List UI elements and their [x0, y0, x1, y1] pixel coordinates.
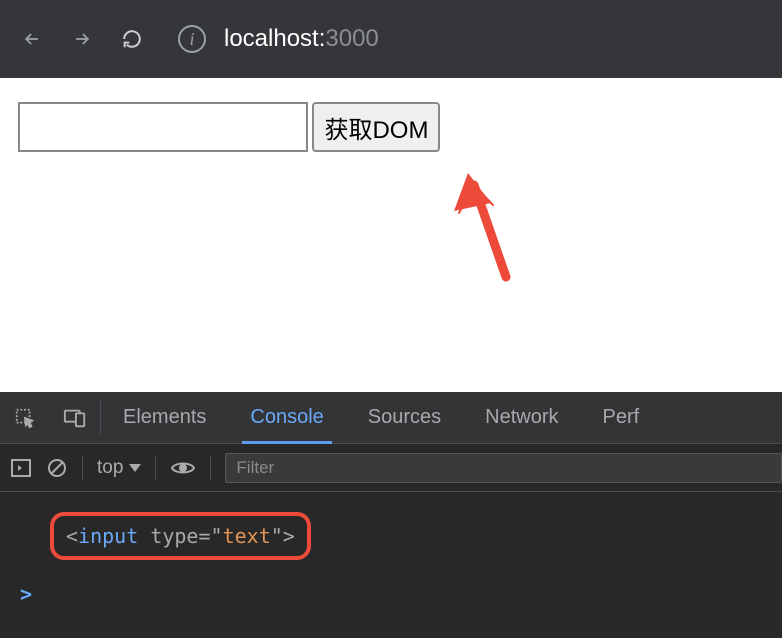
console-body: <input type="text"> >: [0, 492, 782, 626]
devtools-panel: Elements Console Sources Network Perf to…: [0, 392, 782, 638]
tab-elements[interactable]: Elements: [101, 392, 228, 443]
toggle-device-button[interactable]: [50, 392, 100, 443]
token: [138, 524, 150, 548]
arrow-left-icon: [22, 29, 42, 49]
url-port: 3000: [325, 25, 378, 52]
console-toolbar: top: [0, 444, 782, 492]
token: =: [198, 524, 210, 548]
nav-forward-button[interactable]: [68, 25, 96, 53]
prompt-caret-icon: >: [20, 582, 32, 606]
divider: [82, 456, 83, 480]
tab-sources[interactable]: Sources: [346, 392, 463, 443]
live-expression-button[interactable]: [170, 459, 196, 477]
nav-refresh-button[interactable]: [118, 25, 146, 53]
token: input: [78, 524, 138, 548]
annotation-arrow-icon: [444, 163, 544, 283]
context-label: top: [97, 457, 123, 479]
token: >: [283, 524, 295, 548]
console-context-selector[interactable]: top: [97, 457, 141, 479]
refresh-icon: [121, 28, 143, 50]
token: text: [223, 524, 271, 548]
arrow-right-icon: [72, 29, 92, 49]
url-bar[interactable]: i localhost:3000: [178, 25, 379, 53]
tab-performance[interactable]: Perf: [581, 392, 662, 443]
site-info-icon[interactable]: i: [178, 25, 206, 53]
divider: [210, 456, 211, 480]
divider: [155, 456, 156, 480]
sidebar-icon: [10, 458, 32, 478]
page-content: 获取DOM: [0, 78, 782, 392]
token: <: [66, 524, 78, 548]
url-text: localhost:3000: [224, 25, 379, 53]
device-icon: [63, 407, 87, 429]
clear-console-button[interactable]: [46, 457, 68, 479]
get-dom-button[interactable]: 获取DOM: [312, 102, 440, 152]
inspect-icon: [14, 407, 36, 429]
devtools-tabbar: Elements Console Sources Network Perf: [0, 392, 782, 444]
token: type: [150, 524, 198, 548]
eye-icon: [170, 459, 196, 477]
inspect-element-button[interactable]: [0, 392, 50, 443]
clear-icon: [46, 457, 68, 479]
token: ": [211, 524, 223, 548]
toggle-console-sidebar-button[interactable]: [10, 458, 32, 478]
token: ": [271, 524, 283, 548]
url-host: localhost:: [224, 25, 325, 52]
chevron-down-icon: [129, 464, 141, 472]
console-prompt[interactable]: >: [14, 582, 768, 606]
console-output-line[interactable]: <input type="text">: [50, 512, 311, 560]
nav-back-button[interactable]: [18, 25, 46, 53]
console-filter-input[interactable]: [225, 453, 782, 483]
text-input[interactable]: [18, 102, 308, 152]
tab-network[interactable]: Network: [463, 392, 580, 443]
browser-toolbar: i localhost:3000: [0, 0, 782, 78]
tab-console[interactable]: Console: [228, 392, 345, 443]
